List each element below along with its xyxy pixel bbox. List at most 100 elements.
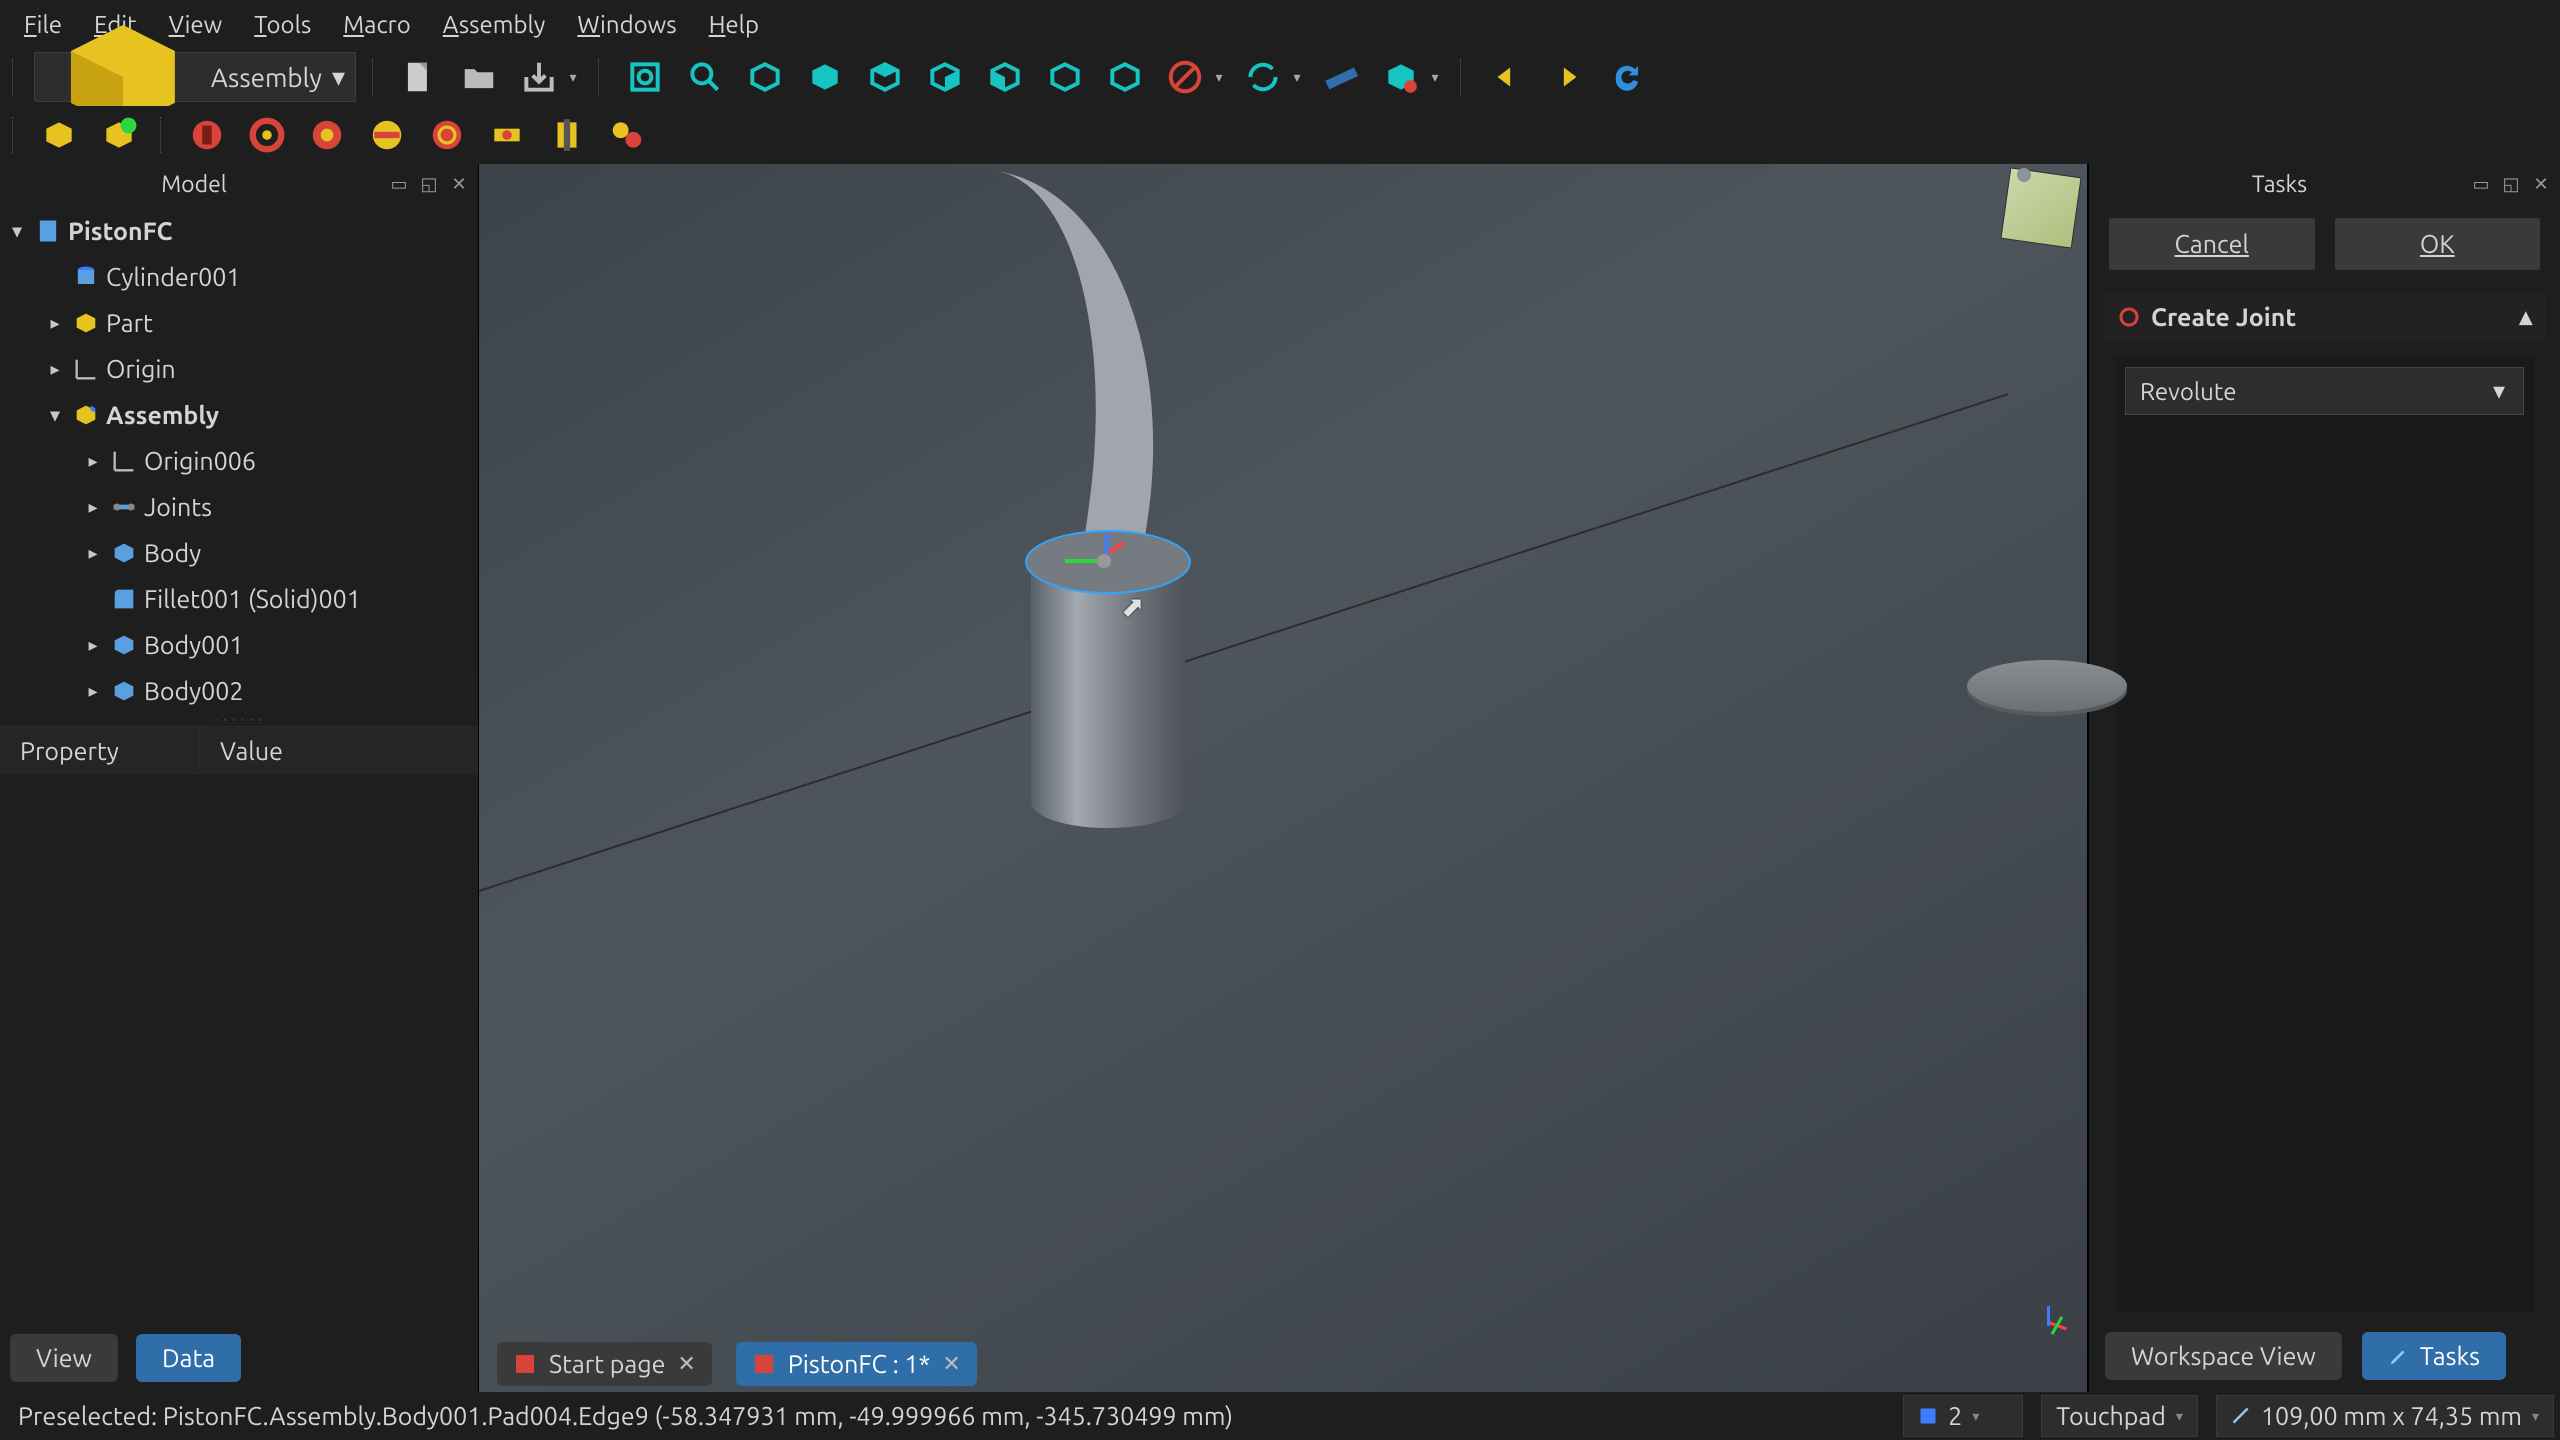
cylindrical-joint-button[interactable] (302, 110, 352, 160)
fit-all-button[interactable] (620, 52, 670, 102)
right-view-button[interactable] (920, 52, 970, 102)
collapse-icon[interactable]: ▴ (2519, 302, 2532, 331)
planar-joint-button[interactable] (482, 110, 532, 160)
panel-float-icon[interactable]: ▭ (2466, 171, 2496, 197)
document-icon (752, 1352, 776, 1376)
geometry-edge (479, 393, 2009, 892)
panel-close-icon[interactable]: ✕ (444, 171, 474, 197)
revolute-joint-button[interactable] (242, 110, 292, 160)
measure-button[interactable] (1316, 52, 1366, 102)
menu-windows[interactable]: Windows (561, 5, 692, 44)
menu-tools[interactable]: Tools (238, 5, 327, 44)
top-view-button[interactable] (860, 52, 910, 102)
toolbar-separator (1460, 59, 1466, 95)
tree-item-label[interactable]: Fillet001 (Solid)001 (144, 585, 361, 613)
tree-item-label[interactable]: Part (106, 309, 153, 337)
caret-right-icon[interactable]: ▸ (82, 543, 104, 564)
refresh-button[interactable] (1602, 52, 1652, 102)
create-assembly-button[interactable] (34, 110, 84, 160)
rear-view-button[interactable] (980, 52, 1030, 102)
tree-item-label[interactable]: Body (144, 539, 201, 567)
caret-right-icon[interactable]: ▸ (44, 313, 66, 334)
tab-data[interactable]: Data (136, 1334, 241, 1382)
geometry-cylinder[interactable] (1031, 554, 1185, 828)
status-dimensions-value: 109,00 mm x 74,35 mm (2261, 1402, 2522, 1430)
tree-resize-handle[interactable]: · · · · · · (6, 714, 472, 722)
new-file-button[interactable] (394, 52, 444, 102)
tree-item-label[interactable]: Origin006 (144, 447, 256, 475)
task-section-header[interactable]: Create Joint ▴ (2103, 292, 2546, 341)
close-icon[interactable]: ✕ (942, 1351, 960, 1377)
tree-item-label[interactable]: Body002 (144, 677, 243, 705)
workspace-view-button[interactable]: Workspace View (2105, 1332, 2342, 1380)
tasks-panel-header: Tasks ▭ ◱ ✕ (2089, 164, 2560, 204)
fit-selection-button[interactable] (680, 52, 730, 102)
caret-right-icon[interactable]: ▸ (82, 635, 104, 656)
property-col-value[interactable]: Value (200, 727, 478, 775)
status-nav-style[interactable]: Touchpad ▾ (2041, 1395, 2198, 1437)
iso-view-button[interactable] (740, 52, 790, 102)
bottom-view-button[interactable] (1040, 52, 1090, 102)
caret-down-icon[interactable]: ▾ (44, 405, 66, 426)
ok-button[interactable]: OK (2335, 218, 2541, 270)
caret-right-icon[interactable]: ▸ (44, 359, 66, 380)
panel-float-icon[interactable]: ▭ (384, 171, 414, 197)
origin-icon (110, 447, 138, 475)
solve-assembly-button[interactable] (602, 110, 652, 160)
tasks-button[interactable]: Tasks (2362, 1332, 2506, 1380)
open-file-button[interactable] (454, 52, 504, 102)
tab-view[interactable]: View (10, 1334, 118, 1382)
tree-item-label[interactable]: Body001 (144, 631, 243, 659)
toolbar-separator (598, 59, 604, 95)
joint-icon (2117, 305, 2141, 329)
sync-view-button[interactable]: ▾ (1238, 52, 1306, 102)
undo-button[interactable] (1482, 52, 1532, 102)
tree-item-label[interactable]: Joints (144, 493, 212, 521)
close-icon[interactable]: ✕ (677, 1351, 695, 1377)
chevron-down-icon: ▾ (564, 69, 582, 86)
panel-max-icon[interactable]: ◱ (414, 171, 444, 197)
menu-assembly[interactable]: Assembly (427, 5, 562, 44)
export-button[interactable]: ▾ (514, 52, 582, 102)
3d-viewport[interactable]: ⬈ Start page ✕ PistonFC : 1* ✕ (478, 164, 2088, 1392)
joint-type-select[interactable]: Revolute ▾ (2125, 367, 2524, 415)
tab-document[interactable]: PistonFC : 1* ✕ (736, 1342, 977, 1386)
distance-joint-button[interactable] (542, 110, 592, 160)
panel-max-icon[interactable]: ◱ (2496, 171, 2526, 197)
ball-joint-button[interactable] (422, 110, 472, 160)
menu-macro[interactable]: Macro (327, 5, 426, 44)
caret-right-icon[interactable]: ▸ (82, 681, 104, 702)
tree-item-label[interactable]: Assembly (106, 401, 219, 429)
property-col-property[interactable]: Property (0, 727, 200, 775)
status-viewport-select[interactable]: 2 ▾ (1903, 1395, 2023, 1437)
caret-right-icon[interactable]: ▸ (82, 497, 104, 518)
status-text: Preselected: PistonFC.Assembly.Body001.P… (6, 1402, 1245, 1430)
cancel-button[interactable]: Cancel (2109, 218, 2315, 270)
caret-down-icon[interactable]: ▾ (6, 221, 28, 242)
section-view-button[interactable]: ▾ (1160, 52, 1228, 102)
redo-button[interactable] (1542, 52, 1592, 102)
cylinder-icon (72, 263, 100, 291)
tasks-panel: Tasks ▭ ◱ ✕ Cancel OK Create Joint ▴ Rev… (2088, 164, 2560, 1392)
tree-root-label[interactable]: PistonFC (68, 217, 173, 245)
origin-marker-icon (1097, 554, 1111, 568)
status-dimensions[interactable]: 109,00 mm x 74,35 mm ▾ (2216, 1395, 2554, 1437)
front-view-button[interactable] (800, 52, 850, 102)
nav-home-icon[interactable] (2017, 168, 2031, 182)
insert-part-button[interactable] (94, 110, 144, 160)
tree-item-label[interactable]: Cylinder001 (106, 263, 240, 291)
nav-cube[interactable] (2001, 166, 2085, 250)
fixed-joint-button[interactable] (182, 110, 232, 160)
geometry-disc[interactable] (1967, 660, 2127, 712)
workbench-selector[interactable]: Assembly ▾ (34, 52, 356, 102)
chevron-down-icon: ▾ (2176, 1408, 2183, 1425)
appearance-button[interactable]: ▾ (1376, 52, 1444, 102)
tab-start-page[interactable]: Start page ✕ (497, 1342, 712, 1386)
caret-right-icon[interactable]: ▸ (82, 451, 104, 472)
left-view-button[interactable] (1100, 52, 1150, 102)
model-tree[interactable]: ▾ PistonFC Cylinder001 ▸ Part ▸ Origin ▾… (0, 204, 478, 726)
slider-joint-button[interactable] (362, 110, 412, 160)
menu-help[interactable]: Help (693, 5, 775, 44)
panel-close-icon[interactable]: ✕ (2526, 171, 2556, 197)
tree-item-label[interactable]: Origin (106, 355, 176, 383)
